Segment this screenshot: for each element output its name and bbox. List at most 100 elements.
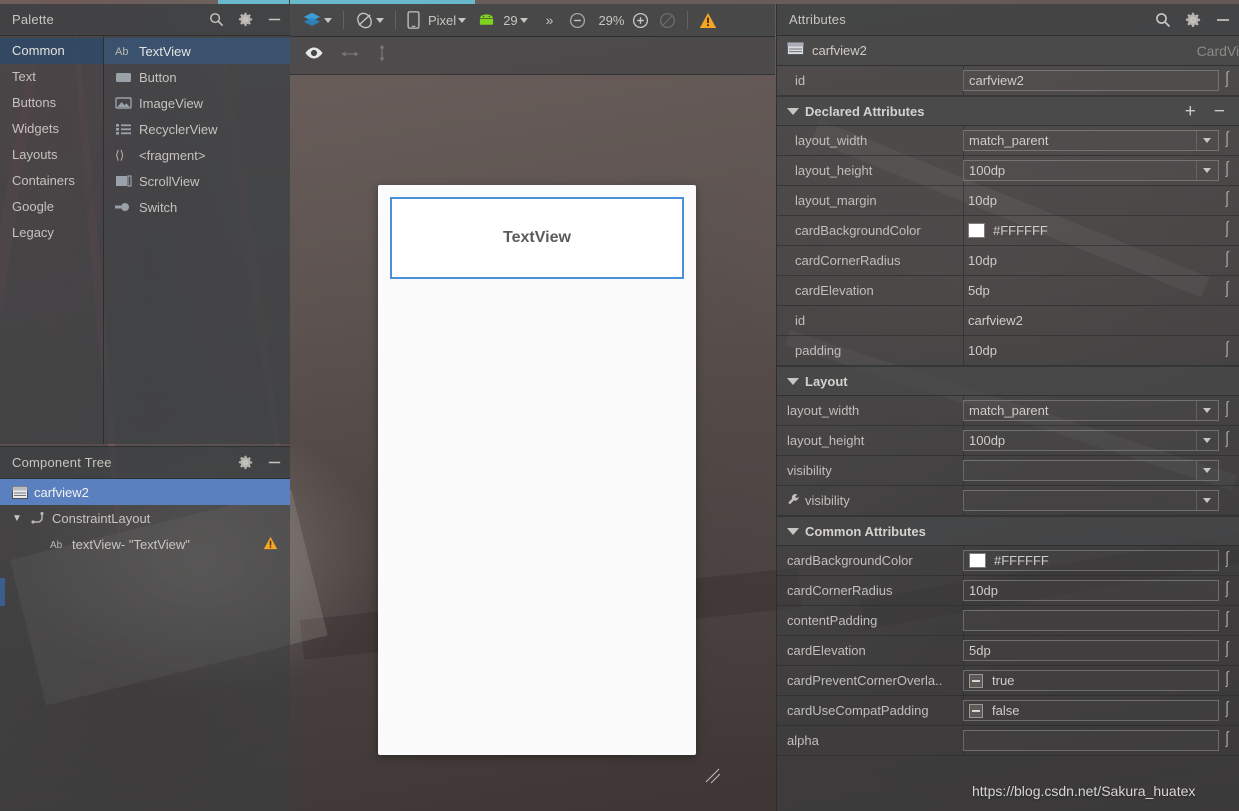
resource-picker-icon[interactable]: ⎰ [1219, 222, 1235, 239]
palette-item-recyclerview[interactable]: RecyclerView [104, 116, 290, 142]
resource-picker-icon[interactable]: ⎰ [1219, 282, 1235, 299]
minimize-icon[interactable] [1215, 12, 1231, 28]
id-input[interactable]: carfview2 [963, 70, 1219, 91]
section-header-common-attributes[interactable]: Common Attributes [777, 516, 1239, 546]
resource-picker-icon[interactable]: ⎰ [1219, 132, 1235, 149]
palette-category-containers[interactable]: Containers [0, 168, 103, 194]
warning-icon[interactable] [263, 536, 278, 553]
device-preview-frame[interactable]: TextView [378, 185, 696, 755]
minimize-icon[interactable] [267, 12, 282, 27]
resource-picker-icon[interactable]: ⎰ [1219, 162, 1235, 179]
tree-node-constraintlayout[interactable]: ▼ ConstraintLayout [0, 505, 290, 531]
search-icon[interactable] [1155, 12, 1171, 28]
gear-icon[interactable] [238, 12, 253, 27]
resource-picker-icon[interactable]: ⎰ [1219, 612, 1235, 629]
palette-item-fragment[interactable]: ⟨⟩ <fragment> [104, 142, 290, 168]
card-corner-radius-input[interactable]: 10dp [963, 580, 1219, 601]
id-declared-input[interactable]: carfview2 [963, 310, 1219, 331]
canvas-resize-handle[interactable] [702, 765, 722, 785]
search-icon[interactable] [209, 12, 224, 27]
palette-category-widgets[interactable]: Widgets [0, 116, 103, 142]
resource-picker-icon[interactable]: ⎰ [1219, 72, 1235, 89]
design-mode-selector[interactable] [296, 7, 338, 33]
tree-node-carfview2[interactable]: carfview2 [0, 479, 290, 505]
tristate-checkbox-icon[interactable] [969, 673, 983, 688]
palette-category-google[interactable]: Google [0, 194, 103, 220]
palette-category-legacy[interactable]: Legacy [0, 220, 103, 246]
add-attribute-button[interactable]: + [1185, 102, 1196, 121]
resource-picker-icon[interactable]: ⎰ [1219, 732, 1235, 749]
horizontal-arrows-icon[interactable] [340, 47, 360, 65]
layout-width-combobox[interactable]: match_parent [963, 130, 1219, 151]
padding-input[interactable]: 10dp [963, 340, 1219, 361]
tree-expander-icon[interactable]: ▼ [12, 513, 24, 524]
toolbar-overflow-button[interactable]: » [534, 7, 560, 33]
palette-category-common[interactable]: Common [0, 38, 103, 64]
chevron-down-icon[interactable] [1196, 161, 1216, 180]
tristate-checkbox-icon[interactable] [969, 703, 983, 718]
card-prevent-corner-overlap-checkbox[interactable]: true [963, 670, 1219, 691]
resource-picker-icon[interactable]: ⎰ [1219, 342, 1235, 359]
minimize-icon[interactable] [267, 455, 282, 470]
palette-category-layouts[interactable]: Layouts [0, 142, 103, 168]
eye-icon[interactable] [304, 46, 324, 65]
orientation-selector[interactable] [349, 7, 390, 33]
color-swatch[interactable] [969, 553, 986, 568]
color-swatch[interactable] [968, 223, 985, 238]
issues-warning-button[interactable] [693, 7, 723, 33]
card-corner-radius-input[interactable]: 10dp [963, 250, 1219, 271]
tools-visibility-combobox[interactable] [963, 490, 1219, 511]
visibility-combobox[interactable] [963, 460, 1219, 481]
palette-item-switch[interactable]: Switch [104, 194, 290, 220]
palette-item-textview[interactable]: Ab TextView [104, 38, 290, 64]
resource-picker-icon[interactable]: ⎰ [1219, 672, 1235, 689]
palette-category-text[interactable]: Text [0, 64, 103, 90]
chevron-down-icon[interactable] [1196, 131, 1216, 150]
resource-picker-icon[interactable]: ⎰ [1219, 702, 1235, 719]
alpha-input[interactable] [963, 730, 1219, 751]
cardview-selected-component[interactable]: TextView [390, 197, 684, 279]
gear-icon[interactable] [238, 455, 253, 470]
zoom-in-button[interactable] [630, 7, 655, 33]
toolbar-divider [343, 11, 344, 29]
resource-picker-icon[interactable]: ⎰ [1219, 402, 1235, 419]
vertical-arrows-icon[interactable] [376, 43, 388, 68]
chevron-down-icon[interactable] [1196, 491, 1216, 510]
card-background-color-input[interactable]: #FFFFFF [963, 550, 1219, 571]
card-elevation-input[interactable]: 5dp [963, 280, 1219, 301]
gear-icon[interactable] [1185, 12, 1201, 28]
resource-picker-icon[interactable]: ⎰ [1219, 552, 1235, 569]
attribute-value: 100dp [969, 433, 1006, 448]
design-canvas[interactable]: TextView [290, 75, 775, 811]
content-padding-input[interactable] [963, 610, 1219, 631]
resource-picker-icon[interactable]: ⎰ [1219, 192, 1235, 209]
card-use-compat-padding-checkbox[interactable]: false [963, 700, 1219, 721]
attribute-label: layout_height [787, 433, 865, 448]
tree-node-textview[interactable]: Ab textView- "TextView" [0, 531, 290, 557]
phone-icon [407, 11, 420, 29]
layout-margin-input[interactable]: 10dp [963, 190, 1219, 211]
layout-height-combobox[interactable]: 100dp [963, 160, 1219, 181]
remove-attribute-button[interactable]: − [1214, 102, 1225, 121]
resource-picker-icon[interactable]: ⎰ [1219, 642, 1235, 659]
palette-item-button[interactable]: Button [104, 64, 290, 90]
palette-item-imageview[interactable]: ImageView [104, 90, 290, 116]
resource-picker-icon[interactable]: ⎰ [1219, 432, 1235, 449]
layout-height-combobox[interactable]: 100dp [963, 430, 1219, 451]
chevron-down-icon[interactable] [1196, 401, 1216, 420]
section-header-layout[interactable]: Layout [777, 366, 1239, 396]
device-selector[interactable]: Pixel [401, 7, 472, 33]
layout-width-combobox[interactable]: match_parent [963, 400, 1219, 421]
resource-picker-icon[interactable]: ⎰ [1219, 582, 1235, 599]
zoom-fit-button[interactable] [655, 7, 682, 33]
chevron-down-icon[interactable] [1196, 431, 1216, 450]
palette-item-scrollview[interactable]: ScrollView [104, 168, 290, 194]
api-level-selector[interactable]: 29 [472, 7, 533, 33]
zoom-out-button[interactable] [559, 7, 592, 33]
resource-picker-icon[interactable]: ⎰ [1219, 252, 1235, 269]
card-background-color-input[interactable]: #FFFFFF [963, 220, 1219, 241]
chevron-down-icon[interactable] [1196, 461, 1216, 480]
card-elevation-input[interactable]: 5dp [963, 640, 1219, 661]
palette-category-buttons[interactable]: Buttons [0, 90, 103, 116]
section-header-declared-attributes[interactable]: Declared Attributes + − [777, 96, 1239, 126]
